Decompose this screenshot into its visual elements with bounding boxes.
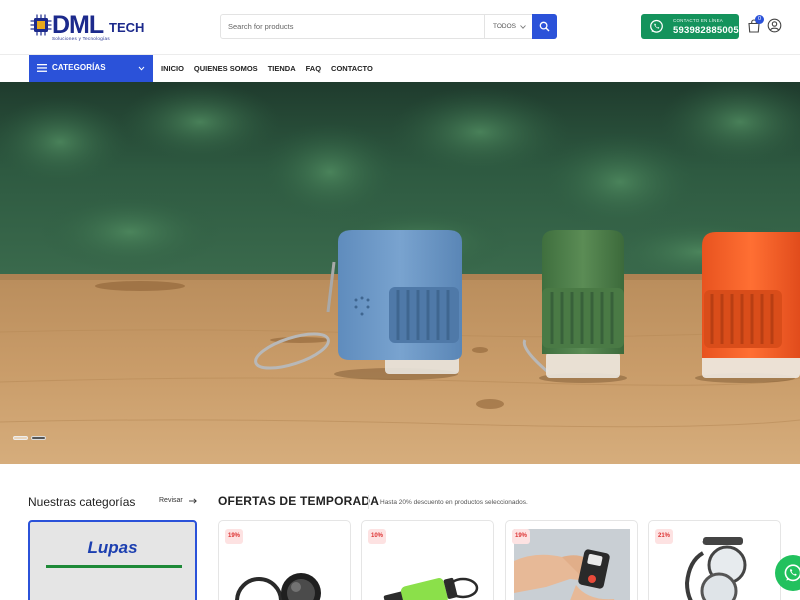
- whatsapp-icon: [650, 19, 663, 33]
- search-button[interactable]: [532, 14, 557, 39]
- discount-badge: 19%: [225, 529, 243, 544]
- contact-label: CONTACTO EN LÍNEA: [673, 18, 723, 23]
- nav-link-inicio[interactable]: INICIO: [161, 64, 184, 73]
- chip-icon: [30, 14, 52, 36]
- category-select[interactable]: TODOS: [485, 15, 532, 38]
- product-card[interactable]: 21%: [648, 520, 781, 600]
- arrow-right-icon[interactable]: [189, 498, 197, 504]
- nav-link-quienes-somos[interactable]: QUIENES SOMOS: [194, 64, 258, 73]
- product-card[interactable]: 19%: [505, 520, 638, 600]
- hero-image: [0, 82, 800, 464]
- logo-suffix: TECH: [109, 20, 145, 35]
- slider-pagination: [13, 436, 46, 440]
- nav-link-faq[interactable]: FAQ: [306, 64, 321, 73]
- search-icon: [539, 21, 550, 32]
- category-card-name: Lupas: [87, 538, 138, 557]
- category-card-underline: [46, 565, 182, 568]
- category-select-value: TODOS: [493, 23, 516, 30]
- offers-section-title: OFERTAS DE TEMPORADA: [218, 494, 380, 508]
- nav-link-contacto[interactable]: CONTACTO: [331, 64, 373, 73]
- user-account-icon[interactable]: [767, 18, 782, 33]
- hero-slider[interactable]: [0, 82, 800, 464]
- categories-section-title: Nuestras categorías: [28, 495, 136, 509]
- main-nav: CATEGORÍAS INICIO QUIENES SOMOS TIENDA F…: [0, 54, 800, 82]
- logo-tagline: Soluciones y Tecnologías: [52, 36, 110, 41]
- discount-badge: 19%: [512, 529, 530, 544]
- category-card[interactable]: Lupas: [28, 520, 197, 600]
- product-card[interactable]: 19%: [218, 520, 351, 600]
- categories-menu-button[interactable]: CATEGORÍAS: [29, 55, 153, 82]
- review-categories-link[interactable]: Revisar: [159, 497, 183, 504]
- chevron-down-icon: [138, 66, 145, 71]
- offers-subtitle: Hasta 20% descuento en productos selecci…: [380, 499, 528, 506]
- nav-link-tienda[interactable]: TIENDA: [268, 64, 296, 73]
- contact-phone: 593982885005: [673, 25, 739, 36]
- page: DML TECH Soluciones y Tecnologías TODOS …: [0, 0, 800, 600]
- search-bar: TODOS: [220, 14, 557, 39]
- search-input[interactable]: [221, 15, 484, 38]
- hamburger-icon: [37, 64, 47, 72]
- whatsapp-contact-button[interactable]: CONTACTO EN LÍNEA 593982885005: [641, 14, 739, 39]
- chevron-down-icon: [520, 25, 526, 29]
- discount-badge: 10%: [368, 529, 386, 544]
- nav-links: INICIO QUIENES SOMOS TIENDA FAQ CONTACTO: [161, 64, 373, 73]
- offers-divider: [368, 495, 369, 509]
- cart-count-badge: 0: [755, 15, 764, 24]
- whatsapp-icon: [784, 564, 800, 582]
- product-card[interactable]: 10%: [361, 520, 494, 600]
- discount-badge: 21%: [655, 529, 673, 544]
- slider-dot-active[interactable]: [31, 436, 46, 440]
- categories-menu-label: CATEGORÍAS: [52, 63, 106, 72]
- header: DML TECH Soluciones y Tecnologías TODOS …: [0, 0, 800, 54]
- slider-dot[interactable]: [13, 436, 28, 440]
- logo[interactable]: DML TECH Soluciones y Tecnologías: [30, 11, 144, 42]
